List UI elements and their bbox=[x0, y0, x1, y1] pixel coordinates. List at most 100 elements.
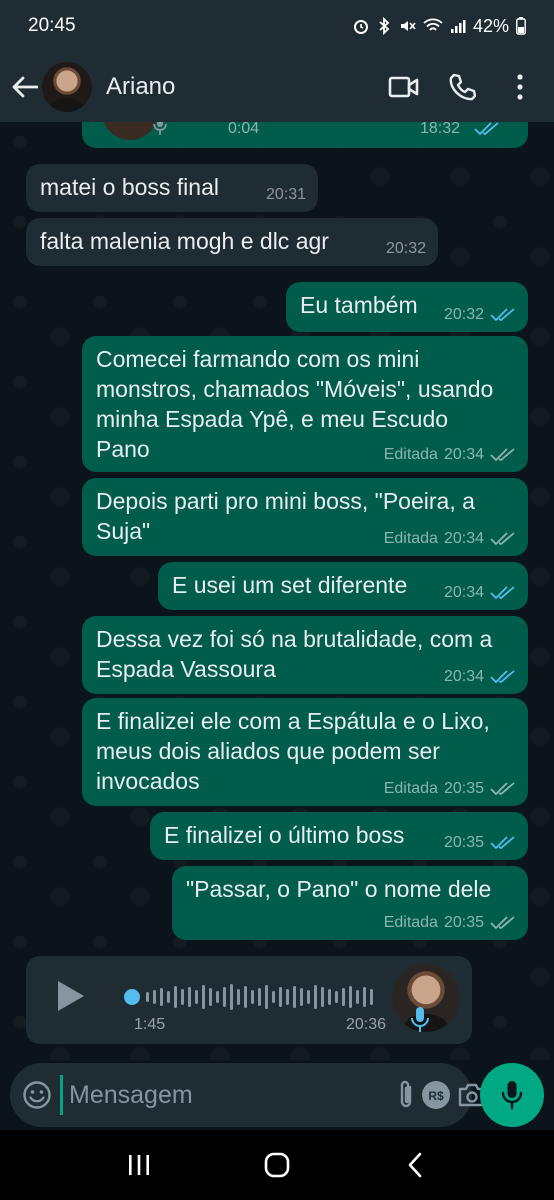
waveform-bar bbox=[335, 991, 338, 1003]
chat-header: Ariano bbox=[0, 52, 554, 122]
message-meta: 20:34 bbox=[444, 668, 516, 686]
playback-position-dot[interactable] bbox=[124, 989, 140, 1005]
message-meta: 20:32 bbox=[444, 306, 516, 324]
more-options-button[interactable] bbox=[496, 63, 544, 111]
read-ticks-icon bbox=[490, 308, 515, 322]
message-time: 20:35 bbox=[443, 914, 484, 931]
video-call-button[interactable] bbox=[380, 63, 428, 111]
battery-percent: 42% bbox=[472, 15, 509, 36]
back-button[interactable] bbox=[10, 67, 40, 107]
message-incoming[interactable]: matei o boss final 20:31 bbox=[26, 164, 318, 212]
waveform-bar bbox=[293, 986, 296, 1008]
payment-button[interactable]: R$ bbox=[421, 1074, 451, 1116]
waveform-bar bbox=[356, 990, 359, 1004]
waveform-bar bbox=[160, 988, 163, 1006]
waveform-bar bbox=[174, 986, 177, 1008]
waveform-bar bbox=[321, 987, 324, 1007]
edited-label: Editada bbox=[383, 914, 438, 931]
message-outgoing[interactable]: Eu também 20:32 bbox=[286, 282, 528, 332]
message-outgoing[interactable]: Comecei farmando com os mini monstros, c… bbox=[82, 336, 528, 472]
delivered-ticks-icon bbox=[490, 532, 515, 546]
waveform-bar bbox=[237, 989, 240, 1005]
message-time: 20:34 bbox=[443, 530, 484, 547]
waveform-bar bbox=[216, 991, 219, 1003]
message-outgoing[interactable]: E finalizei ele com a Espátula e o Lixo,… bbox=[82, 698, 528, 806]
waveform-bar bbox=[251, 990, 254, 1004]
message-composer: R$ bbox=[0, 1060, 554, 1130]
phone-icon bbox=[449, 73, 476, 101]
message-outgoing[interactable]: E finalizei o último boss 20:35 bbox=[150, 812, 528, 860]
status-icons: 42% bbox=[352, 16, 526, 37]
contact-avatar[interactable] bbox=[42, 62, 92, 112]
waveform-bar bbox=[363, 987, 366, 1007]
waveform-bar bbox=[314, 985, 317, 1009]
chat-area[interactable]: 0:04 18:32 matei o boss final 20:31 falt… bbox=[0, 122, 554, 1060]
alarm-icon bbox=[353, 20, 368, 34]
home-button[interactable] bbox=[247, 1140, 307, 1190]
signal-icon bbox=[450, 20, 466, 33]
chevron-left-icon bbox=[408, 1152, 422, 1178]
delivered-ticks-icon bbox=[490, 916, 515, 930]
bluetooth-icon bbox=[379, 17, 390, 35]
waveform-bar bbox=[370, 989, 373, 1005]
waveform-bar bbox=[349, 986, 352, 1008]
waveform-bar bbox=[153, 990, 156, 1004]
message-time: 20:35 bbox=[443, 780, 484, 797]
voice-waveform[interactable] bbox=[124, 980, 373, 1014]
system-navigation-bar bbox=[0, 1130, 554, 1200]
contact-name[interactable]: Ariano bbox=[106, 73, 370, 101]
waveform-bar bbox=[223, 987, 226, 1007]
recent-apps-button[interactable] bbox=[109, 1140, 169, 1190]
input-wrapper: R$ bbox=[10, 1063, 486, 1127]
message-outgoing[interactable]: Depois parti pro mini boss, "Poeira, a S… bbox=[82, 478, 528, 556]
waveform-bar bbox=[328, 989, 331, 1005]
message-meta: 20:35 bbox=[444, 834, 516, 852]
voice-avatar-partial bbox=[102, 122, 158, 140]
message-time: 20:32 bbox=[443, 306, 484, 323]
edited-label: Editada bbox=[383, 780, 438, 797]
voice-record-button[interactable] bbox=[480, 1063, 544, 1127]
waveform-bar bbox=[307, 990, 310, 1004]
home-icon bbox=[264, 1152, 290, 1178]
message-outgoing[interactable]: E usei um set diferente 20:34 bbox=[158, 562, 528, 610]
play-icon[interactable] bbox=[52, 978, 88, 1014]
attach-button[interactable] bbox=[397, 1074, 415, 1116]
voice-duration: 0:04 bbox=[228, 122, 260, 137]
waveform-bar bbox=[272, 991, 275, 1003]
message-input[interactable] bbox=[60, 1075, 391, 1115]
waveform-bar bbox=[167, 991, 170, 1003]
message-outgoing[interactable]: "Passar, o Pano" o nome dele Editada 20:… bbox=[172, 866, 528, 940]
emoji-button[interactable] bbox=[22, 1074, 52, 1116]
read-ticks-icon bbox=[474, 122, 499, 136]
message-time: 20:34 bbox=[443, 668, 484, 685]
read-ticks-icon bbox=[490, 670, 515, 684]
voice-time: 20:36 bbox=[346, 1016, 387, 1033]
wifi-icon bbox=[423, 18, 443, 31]
more-icon bbox=[517, 74, 523, 100]
read-ticks-icon bbox=[490, 836, 515, 850]
voice-time: 18:32 bbox=[420, 122, 461, 137]
waveform-bar bbox=[195, 990, 198, 1004]
message-incoming[interactable]: falta malenia mogh e dlc agr 20:32 bbox=[26, 218, 438, 266]
back-arrow-icon bbox=[12, 76, 38, 98]
message-outgoing[interactable]: Dessa vez foi só na brutalidade, com a E… bbox=[82, 616, 528, 694]
read-ticks-icon bbox=[490, 586, 515, 600]
incoming-voice-message[interactable]: 1:45 20:36 bbox=[26, 956, 472, 1044]
mic-icon bbox=[411, 1007, 429, 1032]
mic-icon bbox=[501, 1081, 523, 1110]
system-back-button[interactable] bbox=[385, 1140, 445, 1190]
waveform-bar bbox=[230, 984, 233, 1010]
message-time: 20:34 bbox=[443, 584, 484, 601]
waveform-bar bbox=[342, 988, 345, 1006]
outgoing-voice-message-partial[interactable]: 0:04 18:32 bbox=[82, 122, 528, 148]
message-time: 20:31 bbox=[265, 186, 306, 203]
message-text: falta malenia mogh e dlc agr bbox=[40, 228, 329, 254]
waveform-bar bbox=[279, 987, 282, 1007]
voice-call-button[interactable] bbox=[438, 63, 486, 111]
waveform-bar bbox=[181, 989, 184, 1005]
message-time: 20:34 bbox=[443, 446, 484, 463]
mute-icon bbox=[400, 21, 416, 31]
message-meta: Editada 20:35 bbox=[384, 780, 516, 798]
emoji-icon bbox=[23, 1081, 51, 1109]
message-time: 20:35 bbox=[443, 834, 484, 851]
